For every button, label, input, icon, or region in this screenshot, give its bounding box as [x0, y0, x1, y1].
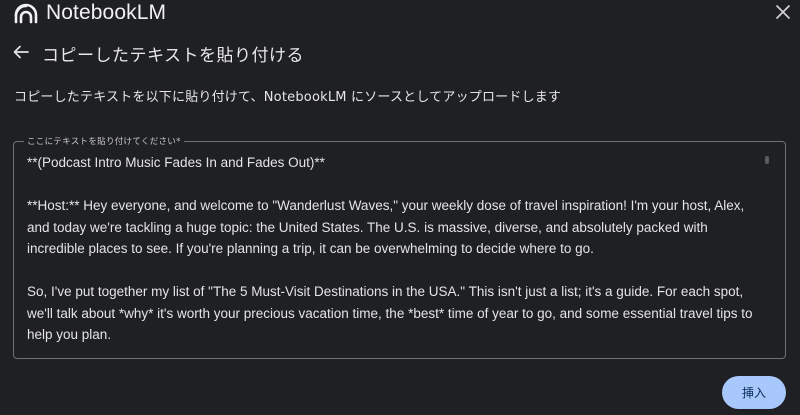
paste-text-input[interactable]: **(Podcast Intro Music Fades In and Fade… — [27, 152, 761, 352]
scrollbar-thumb[interactable] — [765, 156, 769, 164]
brand: NotebookLM — [14, 0, 166, 26]
dialog-title: コピーしたテキストを貼り付ける — [42, 45, 304, 66]
paste-text-dialog: NotebookLM コピーしたテキストを貼り付ける コピーしたテキストを以下に… — [0, 0, 800, 415]
dialog-description: コピーしたテキストを以下に貼り付けて、NotebookLM にソースとしてアップ… — [14, 90, 562, 105]
arrow-back-icon — [13, 44, 29, 63]
close-button[interactable] — [772, 2, 794, 24]
close-icon — [776, 4, 790, 23]
insert-button[interactable]: 挿入 — [722, 376, 786, 409]
brand-name: NotebookLM — [46, 1, 167, 24]
back-button[interactable] — [10, 42, 32, 64]
paste-text-field[interactable]: ここにテキストを貼り付けてください* **(Podcast Intro Musi… — [13, 135, 786, 359]
notebooklm-logo-icon — [14, 2, 38, 24]
dialog-header: コピーしたテキストを貼り付ける — [10, 40, 304, 66]
paste-text-field-label: ここにテキストを貼り付けてください* — [24, 135, 184, 147]
